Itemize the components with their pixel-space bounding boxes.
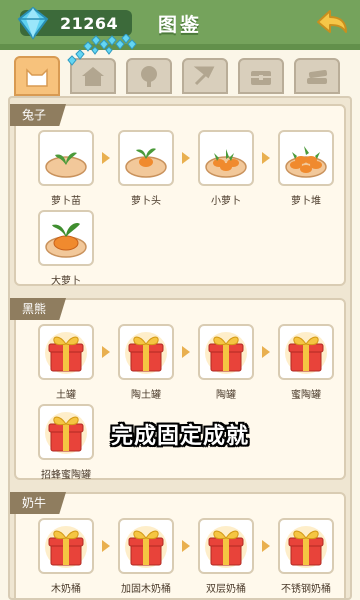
item-card xyxy=(38,324,94,380)
arrow-icon xyxy=(182,540,190,552)
big-carrot-icon xyxy=(45,223,87,258)
item-name: 蜜陶罐 xyxy=(291,390,321,401)
arrow-icon xyxy=(102,346,110,358)
gem-counter: 21264 xyxy=(17,6,132,40)
gift-box-icon xyxy=(285,332,327,374)
cat-icon xyxy=(26,68,48,87)
item-card xyxy=(118,324,174,380)
carrot-sprout-icon xyxy=(45,152,87,178)
gift-box-icon xyxy=(285,526,327,568)
item-name: 萝卜苗 xyxy=(51,196,81,207)
item-card xyxy=(38,210,94,266)
back-arrow-icon[interactable] xyxy=(312,6,352,40)
item-name: 不锈钢奶桶 xyxy=(281,584,331,595)
section-bear: 黑熊 土罐 陶土罐 陶罐 蜜陶罐 招蜂蜜陶罐 xyxy=(10,298,346,481)
item-card xyxy=(278,518,334,574)
item-name: 萝卜头 xyxy=(131,196,161,207)
item-card xyxy=(278,324,334,380)
item-card xyxy=(118,130,174,186)
diamond-icon xyxy=(17,6,49,40)
list-item[interactable]: 双层奶桶 xyxy=(198,518,254,595)
section-label: 兔子 xyxy=(10,104,67,126)
small-carrot-icon xyxy=(205,149,247,178)
section-label: 黑熊 xyxy=(10,298,67,320)
chest-icon xyxy=(251,71,271,85)
list-item[interactable]: 陶罐 xyxy=(198,324,254,401)
arrow-icon xyxy=(182,346,190,358)
carrot-head-icon xyxy=(125,148,167,178)
list-item[interactable]: 木奶桶 xyxy=(38,518,94,595)
achievement-caption: 完成固定成就 xyxy=(110,424,249,449)
books-icon xyxy=(307,70,328,84)
list-item[interactable]: 萝卜头 xyxy=(118,130,174,207)
item-name: 双层奶桶 xyxy=(206,584,246,595)
section-rabbit: 兔子 萝卜苗 萝卜头 小萝卜 萝卜堆 大萝卜 xyxy=(10,104,346,287)
item-name: 陶土罐 xyxy=(131,390,161,401)
gift-box-icon xyxy=(205,332,247,374)
item-name: 小萝卜 xyxy=(211,196,241,207)
list-item[interactable]: 蜜陶罐 xyxy=(278,324,334,401)
gift-box-icon xyxy=(125,526,167,568)
list-item[interactable]: 萝卜苗 xyxy=(38,130,94,207)
collection-list[interactable]: 兔子 萝卜苗 萝卜头 小萝卜 萝卜堆 大萝卜 黑熊 土罐 陶土罐 陶罐 蜜陶罐 … xyxy=(8,96,352,600)
gift-box-icon xyxy=(45,526,87,568)
item-name: 加固木奶桶 xyxy=(121,584,171,595)
section-cow: 奶牛 木奶桶 加固木奶桶 双层奶桶 不锈钢奶桶 xyxy=(10,492,346,598)
arrow-icon xyxy=(182,152,190,164)
item-card xyxy=(118,518,174,574)
arrow-icon xyxy=(262,346,270,358)
carrot-pile-icon xyxy=(285,146,327,178)
list-item[interactable]: 萝卜堆 xyxy=(278,130,334,207)
tab-treasure[interactable] xyxy=(238,58,284,94)
item-card xyxy=(38,130,94,186)
item-card xyxy=(38,518,94,574)
item-card xyxy=(278,130,334,186)
gift-box-icon xyxy=(45,332,87,374)
collection-screen: 21264 图鉴 兔子 萝卜苗 萝卜头 小萝卜 萝卜堆 大萝卜 黑熊 土罐 陶土… xyxy=(0,0,360,600)
arrow-icon xyxy=(102,540,110,552)
list-item[interactable]: 陶土罐 xyxy=(118,324,174,401)
arrow-icon xyxy=(262,152,270,164)
gift-box-icon xyxy=(205,526,247,568)
list-item[interactable]: 不锈钢奶桶 xyxy=(278,518,334,595)
item-card xyxy=(198,518,254,574)
gem-count: 21264 xyxy=(60,14,119,33)
item-name: 大萝卜 xyxy=(51,276,81,287)
item-name: 萝卜堆 xyxy=(291,196,321,207)
tab-books[interactable] xyxy=(294,58,340,94)
gift-box-icon xyxy=(125,332,167,374)
list-item[interactable]: 土罐 xyxy=(38,324,94,401)
list-item[interactable]: 小萝卜 xyxy=(198,130,254,207)
item-card xyxy=(198,130,254,186)
item-name: 招蜂蜜陶罐 xyxy=(41,470,91,481)
item-name: 土罐 xyxy=(56,390,76,401)
list-item[interactable]: 大萝卜 xyxy=(38,210,94,287)
arrow-icon xyxy=(102,152,110,164)
flying-gems-icon xyxy=(67,34,137,66)
item-name: 木奶桶 xyxy=(51,584,81,595)
tab-tools[interactable] xyxy=(182,58,228,94)
axe-icon xyxy=(193,66,215,86)
section-label: 奶牛 xyxy=(10,492,67,514)
item-card xyxy=(198,324,254,380)
item-name: 陶罐 xyxy=(216,390,236,401)
arrow-icon xyxy=(262,540,270,552)
tab-animals[interactable] xyxy=(14,56,60,96)
top-bar: 21264 图鉴 xyxy=(0,0,360,50)
page-title: 图鉴 xyxy=(157,14,202,36)
list-item[interactable]: 加固木奶桶 xyxy=(118,518,174,595)
category-tabs xyxy=(10,56,350,96)
